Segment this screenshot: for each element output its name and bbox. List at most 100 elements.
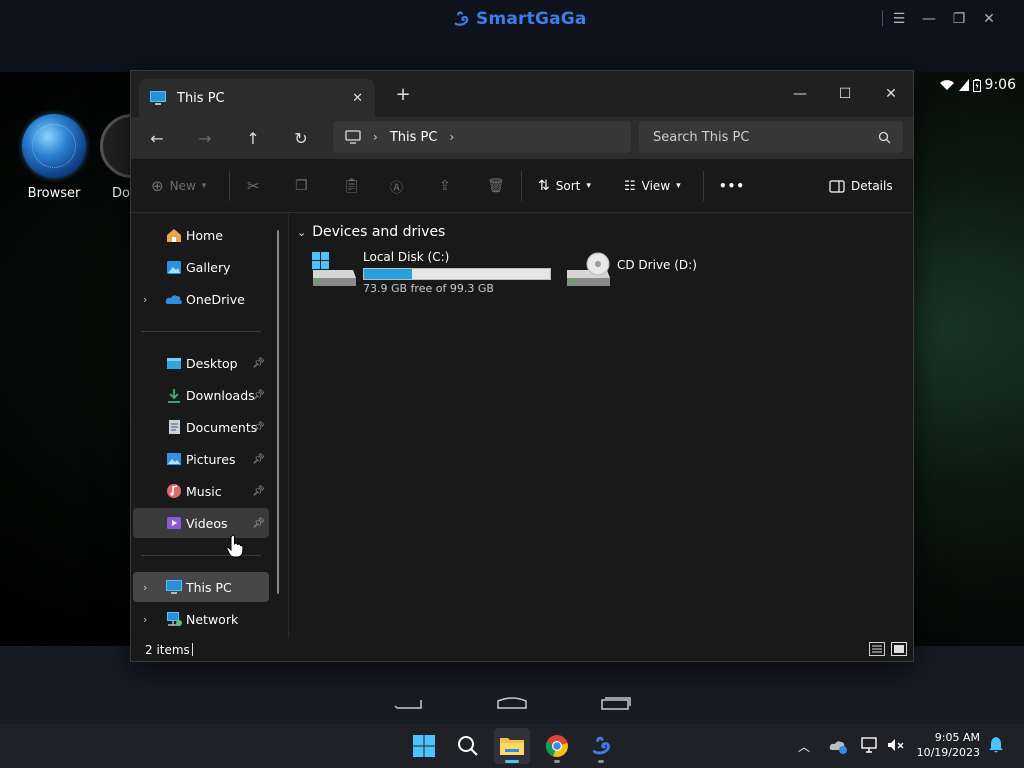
chevron-right-icon[interactable]: › <box>143 613 147 626</box>
sidebar-item-pictures[interactable]: Pictures 📌︎ <box>133 444 269 474</box>
search-icon[interactable] <box>450 728 486 764</box>
sidebar-item-downloads[interactable]: Downloads 📌︎ <box>133 380 269 410</box>
close-icon[interactable]: ✕ <box>878 81 904 107</box>
sort-label: Sort <box>555 179 581 193</box>
cut-icon[interactable]: ✂ <box>247 175 260 197</box>
pin-icon[interactable]: 📌︎ <box>252 486 265 497</box>
recents-icon[interactable] <box>601 696 631 710</box>
pin-icon[interactable]: 📌︎ <box>252 358 265 369</box>
new-tab-icon[interactable]: + <box>393 85 413 105</box>
sidebar-item-network[interactable]: › Network <box>133 604 269 634</box>
chevron-down-icon[interactable]: ⌄ <box>297 226 306 239</box>
sidebar-item-home[interactable]: Home <box>133 220 269 250</box>
details-view-icon[interactable] <box>869 642 885 656</box>
sidebar-item-music[interactable]: Music 📌︎ <box>133 476 269 506</box>
android-status-bar: 9:06 <box>926 76 1016 94</box>
hand-cursor-icon <box>226 534 244 558</box>
volume-muted-icon[interactable] <box>887 737 905 753</box>
desktop-icon <box>165 354 183 372</box>
onedrive-status-icon[interactable] <box>829 738 849 754</box>
separator <box>229 171 230 201</box>
sidebar-item-desktop[interactable]: Desktop 📌︎ <box>133 348 269 378</box>
details-label: Details <box>851 179 893 193</box>
globe-icon <box>22 114 86 178</box>
emulator-separator <box>882 10 883 26</box>
sidebar-label: Home <box>186 227 223 243</box>
view-label: View <box>641 179 671 193</box>
signal-icon <box>958 79 969 91</box>
start-icon[interactable] <box>406 728 442 764</box>
details-button[interactable]: Details <box>829 175 893 197</box>
group-header[interactable]: ⌄ Devices and drives <box>297 224 445 240</box>
sidebar-item-onedrive[interactable]: › OneDrive <box>133 284 269 314</box>
sidebar-item-documents[interactable]: Documents 📌︎ <box>133 412 269 442</box>
monitor-icon <box>345 130 361 144</box>
up-arrow-icon[interactable]: ↑ <box>240 125 266 151</box>
network-status-icon[interactable] <box>861 737 879 753</box>
taskbar-clock[interactable]: 9:05 AM 10/19/2023 <box>917 730 980 760</box>
chevron-right-icon[interactable]: › <box>449 130 454 144</box>
smartgaga-icon[interactable] <box>583 728 619 764</box>
sidebar-item-gallery[interactable]: Gallery <box>133 252 269 282</box>
pin-icon[interactable]: 📌︎ <box>252 390 265 401</box>
large-icons-view-icon[interactable] <box>891 642 907 656</box>
file-explorer-icon[interactable] <box>494 728 530 764</box>
content-pane: ⌄ Devices and drives Local Disk (C:) 73.… <box>289 214 913 638</box>
search-input[interactable]: Search This PC <box>639 121 903 153</box>
details-pane-icon <box>829 179 845 193</box>
swan-logo-icon <box>454 11 469 26</box>
second-desktop-icon[interactable]: Do <box>100 114 130 201</box>
menu-icon[interactable]: ☰ <box>888 8 910 30</box>
new-label: New <box>169 179 196 193</box>
file-explorer-window: This PC ✕ + — ☐ ✕ ← → ↑ ↻ › This PC › Se… <box>130 70 914 662</box>
close-tab-icon[interactable]: ✕ <box>352 91 363 106</box>
sidebar-item-videos[interactable]: Videos 📌︎ <box>133 508 269 538</box>
drive-local-disk[interactable]: Local Disk (C:) 73.9 GB free of 99.3 GB <box>311 250 551 296</box>
sort-icon: ⇅ <box>538 178 550 194</box>
delete-icon[interactable]: 🗑︎ <box>487 175 505 197</box>
close-icon[interactable]: ✕ <box>978 8 1000 30</box>
chevron-up-icon[interactable]: ︿ <box>798 738 810 755</box>
refresh-icon[interactable]: ↻ <box>288 125 314 151</box>
back-icon[interactable] <box>394 696 422 710</box>
tab-this-pc[interactable]: This PC ✕ <box>139 79 375 117</box>
chevron-right-icon[interactable]: › <box>143 581 147 594</box>
item-count: 2 items <box>145 643 190 657</box>
command-bar: ⊕ New ▾ ✂ ❐ 📋︎ Ⓐ ⇪ 🗑︎ ⇅ Sort ▾ ☷ View ▾ … <box>131 159 913 213</box>
sidebar-item-this-pc[interactable]: › This PC <box>133 572 269 602</box>
view-button[interactable]: ☷ View ▾ <box>624 175 681 197</box>
address-field[interactable]: › This PC › <box>333 121 631 153</box>
browser-desktop-icon[interactable]: Browser <box>19 114 89 201</box>
sidebar-scrollbar[interactable] <box>277 230 279 594</box>
notification-bell-icon[interactable] <box>988 736 1004 754</box>
home-icon[interactable] <box>497 696 527 710</box>
breadcrumb-this-pc[interactable]: This PC <box>390 130 438 145</box>
separator <box>521 171 522 201</box>
tab-title: This PC <box>177 90 225 106</box>
maximize-icon[interactable]: ☐ <box>832 81 858 107</box>
forward-arrow-icon[interactable]: → <box>192 125 218 151</box>
chevron-right-icon[interactable]: › <box>143 293 147 306</box>
chevron-right-icon[interactable]: › <box>373 130 378 144</box>
home-icon <box>165 226 183 244</box>
new-button[interactable]: ⊕ New ▾ <box>151 175 206 197</box>
share-icon[interactable]: ⇪ <box>439 175 451 197</box>
pin-icon[interactable]: 📌︎ <box>252 454 265 465</box>
pin-icon[interactable]: 📌︎ <box>252 422 265 433</box>
pin-icon[interactable]: 📌︎ <box>252 518 265 529</box>
pc-icon <box>165 578 183 596</box>
chrome-icon[interactable] <box>539 728 575 764</box>
copy-icon[interactable]: ❐ <box>295 175 308 197</box>
minimize-icon[interactable]: — <box>918 8 940 30</box>
explorer-titlebar[interactable]: This PC ✕ + — ☐ ✕ <box>131 71 913 117</box>
drive-cd[interactable]: CD Drive (D:) <box>565 250 697 296</box>
more-options-button[interactable]: ••• <box>719 175 745 197</box>
back-arrow-icon[interactable]: ← <box>144 125 170 151</box>
chevron-down-icon: ▾ <box>586 181 591 191</box>
minimize-icon[interactable]: — <box>787 81 813 107</box>
clock-time: 9:05 AM <box>934 731 980 744</box>
paste-icon[interactable]: 📋︎ <box>343 175 361 197</box>
sort-button[interactable]: ⇅ Sort ▾ <box>538 175 591 197</box>
rename-icon[interactable]: Ⓐ <box>390 175 403 197</box>
restore-icon[interactable]: ❐ <box>948 8 970 30</box>
